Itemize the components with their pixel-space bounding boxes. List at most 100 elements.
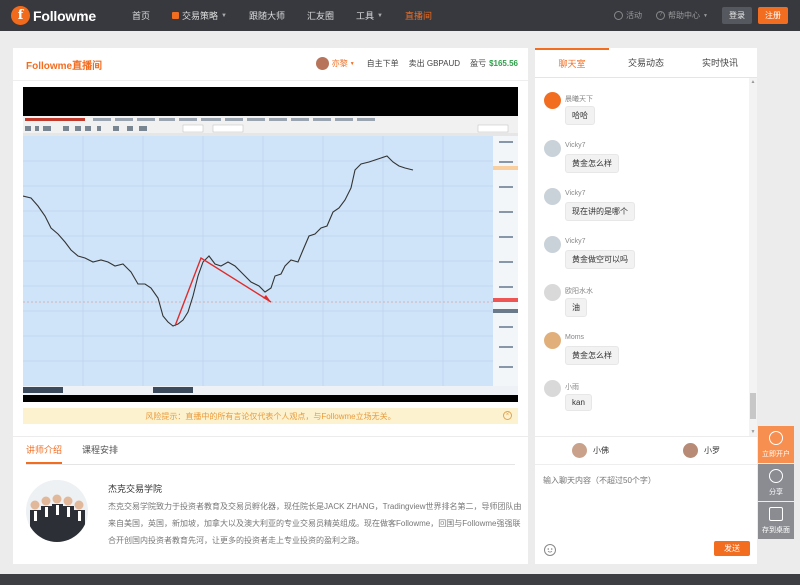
message-bubble: 黄金做空可以吗 xyxy=(565,250,635,269)
login-button[interactable]: 登录 xyxy=(722,7,752,24)
message-user[interactable]: Vicky7 xyxy=(565,190,586,197)
live-video[interactable] xyxy=(23,87,518,402)
team-photo-graphic xyxy=(26,480,88,542)
activity-link[interactable]: 活动 xyxy=(614,10,642,21)
chevron-down-icon: ▼ xyxy=(703,12,708,19)
nav-item-label: 首页 xyxy=(132,11,151,21)
nav-item-follow-master[interactable]: 跟随大师 xyxy=(238,0,296,31)
save-to-desktop-button[interactable]: 存到桌面 xyxy=(758,502,794,539)
tab-trade-activity[interactable]: 交易动态 xyxy=(609,48,683,77)
help-icon: ? xyxy=(656,11,666,20)
logo-f-icon: f xyxy=(11,6,30,25)
tab-course-schedule[interactable]: 课程安排 xyxy=(82,443,118,464)
host-info: 亦黎 ▼ 自主下单 卖出 GBPAUD 盈亏 $165.56 xyxy=(315,57,518,70)
intro-tabs: 讲师介绍 课程安排 xyxy=(26,437,515,465)
chevron-down-icon[interactable]: ▼ xyxy=(350,61,355,67)
message-user[interactable]: Vicky7 xyxy=(565,238,586,245)
message-user[interactable]: 欧阳水水 xyxy=(565,286,593,296)
avatar xyxy=(544,332,561,349)
instructor-team-photo xyxy=(26,480,88,542)
nav-item-label: 交易策略 xyxy=(182,11,219,21)
self-order-link[interactable]: 自主下单 xyxy=(367,58,399,69)
video-frame xyxy=(23,116,518,395)
open-account-button[interactable]: 立即开户 xyxy=(758,426,794,463)
emoji-icon[interactable] xyxy=(544,544,556,556)
message-user[interactable]: 小雨 xyxy=(565,382,579,392)
message-bubble: 油 xyxy=(565,298,587,317)
chat-scrollbar[interactable]: ▲ ▼ xyxy=(749,78,757,436)
chat-message-list: 晨曦天下 哈哈 Vicky7 黄金怎么样 Vicky7 现在讲的是哪个 Vick… xyxy=(535,78,757,436)
nav-item-label: 汇友圈 xyxy=(307,11,335,21)
avatar xyxy=(544,188,561,205)
profit-label: 盈亏 xyxy=(470,59,487,68)
register-button[interactable]: 注册 xyxy=(758,7,788,24)
activity-label: 活动 xyxy=(626,11,643,20)
chevron-down-icon: ▼ xyxy=(221,12,227,19)
footer-bar xyxy=(0,574,800,585)
live-title: Followme直播间 xyxy=(26,60,103,72)
nav-item-strategy[interactable]: 交易策略 ▼ xyxy=(161,0,238,31)
nav-item-live-room[interactable]: 直播间 xyxy=(394,0,443,31)
message-bubble: 现在讲的是哪个 xyxy=(565,202,635,221)
chat-input-panel: 小佛 小罗 发送 xyxy=(535,437,757,564)
chevron-down-icon: ▼ xyxy=(377,12,383,19)
help-label: 帮助中心 xyxy=(668,11,701,20)
nav-item-label: 跟随大师 xyxy=(248,11,285,21)
assistant-item[interactable]: 小罗 xyxy=(646,443,757,458)
followme-logo[interactable]: f Followme xyxy=(11,6,109,25)
message-user[interactable]: Moms xyxy=(565,334,584,341)
tab-chat-room[interactable]: 聊天室 xyxy=(535,48,609,77)
assistant-item[interactable]: 小佛 xyxy=(535,443,646,458)
emoji-face-graphic xyxy=(547,548,553,553)
chat-message-input[interactable] xyxy=(543,475,749,525)
share-button[interactable]: 分享 xyxy=(758,464,794,501)
tab-instructor-intro[interactable]: 讲师介绍 xyxy=(26,443,63,464)
message-bubble: 黄金怎么样 xyxy=(565,346,619,365)
chat-panel: 聊天室 交易动态 实时快讯 晨曦天下 哈哈 Vicky7 黄金怎么样 Vicky… xyxy=(535,48,757,436)
chat-tabs: 聊天室 交易动态 实时快讯 xyxy=(535,48,757,78)
position-info: 卖出 GBPAUD xyxy=(408,59,461,68)
send-button[interactable]: 发送 xyxy=(714,541,750,556)
message-bubble: 黄金怎么样 xyxy=(565,154,619,173)
nav-right: 活动 ? 帮助中心 ▼ 登录 注册 xyxy=(614,0,788,31)
message-user[interactable]: Vicky7 xyxy=(565,142,586,149)
desktop-icon xyxy=(769,507,783,521)
avatar xyxy=(544,140,561,157)
avatar xyxy=(683,443,698,458)
scroll-up-icon[interactable]: ▲ xyxy=(750,79,756,85)
instructor-panel: 讲师介绍 课程安排 杰克交易学院 杰克交易学院致力于投资者教育及交易员孵化器，现… xyxy=(13,437,528,564)
nav-item-tools[interactable]: 工具 ▼ xyxy=(345,0,394,31)
assistant-name: 小罗 xyxy=(704,446,720,455)
nav-item-home[interactable]: 首页 xyxy=(121,0,161,31)
host-avatar[interactable] xyxy=(315,57,329,70)
logo-text: Followme xyxy=(33,7,96,24)
risk-warning-bar: 风险提示：直播中的所有言论仅代表个人观点，与Followme立场无关。 × xyxy=(23,408,518,424)
scroll-down-icon[interactable]: ▼ xyxy=(750,429,756,435)
live-panel: Followme直播间 亦黎 ▼ 自主下单 卖出 GBPAUD 盈亏 $165.… xyxy=(13,48,528,436)
scroll-thumb[interactable] xyxy=(750,393,756,419)
avatar xyxy=(544,284,561,301)
nav-item-label: 工具 xyxy=(356,11,375,21)
nav-item-community[interactable]: 汇友圈 xyxy=(296,0,345,31)
help-center-link[interactable]: ? 帮助中心 ▼ xyxy=(656,10,708,21)
user-icon xyxy=(769,431,783,445)
close-icon[interactable]: × xyxy=(503,411,512,420)
floating-toolbar: 立即开户 分享 存到桌面 xyxy=(758,426,794,540)
host-name[interactable]: 亦黎 xyxy=(332,58,348,69)
followme-avatar-icon xyxy=(544,92,561,109)
share-icon xyxy=(769,469,783,483)
top-navbar: f Followme 首页 交易策略 ▼ 跟随大师 汇友圈 工具 ▼ 直播间 活动 … xyxy=(0,0,800,31)
instructor-name: 杰克交易学院 xyxy=(108,484,163,494)
message-bubble: kan xyxy=(565,394,592,411)
nav-menu: 首页 交易策略 ▼ 跟随大师 汇友圈 工具 ▼ 直播间 xyxy=(121,0,443,31)
instructor-description: 杰克交易学院致力于投资者教育及交易员孵化器，现任院长是JACK ZHANG，Tr… xyxy=(108,502,522,545)
message-user[interactable]: 晨曦天下 xyxy=(565,94,593,104)
profit-value: $165.56 xyxy=(489,59,518,68)
assistant-bar: 小佛 小罗 xyxy=(535,437,757,465)
strategy-tag-icon xyxy=(172,12,180,19)
calendar-icon xyxy=(614,11,624,20)
avatar xyxy=(544,236,561,253)
avatar xyxy=(572,443,587,458)
tradingview-screen xyxy=(23,116,518,395)
tab-live-news[interactable]: 实时快讯 xyxy=(683,48,757,77)
